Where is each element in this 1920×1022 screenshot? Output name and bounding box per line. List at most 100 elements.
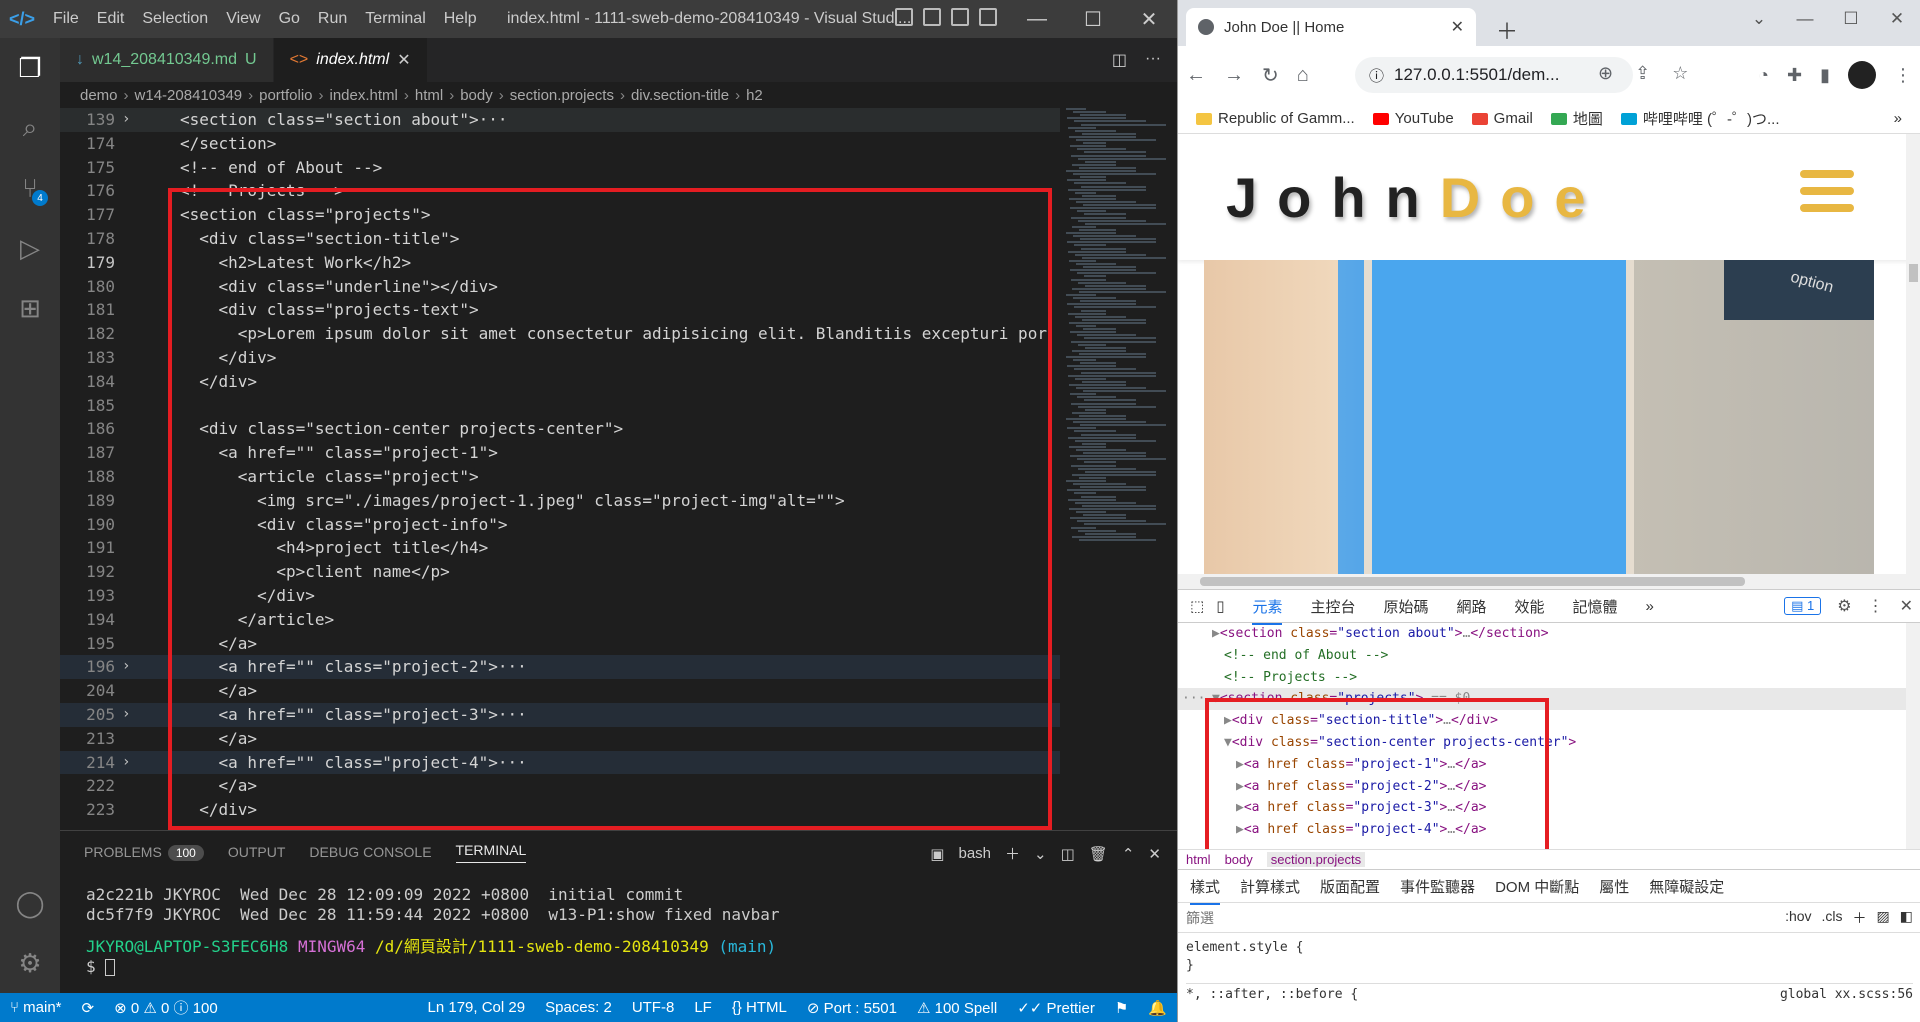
tab-computed[interactable]: 計算樣式 xyxy=(1240,876,1300,897)
encoding[interactable]: UTF-8 xyxy=(622,999,685,1016)
dom-crumb[interactable]: section.projects xyxy=(1266,852,1366,867)
code-line[interactable]: 188 <article class="project"> xyxy=(60,465,1060,489)
code-line[interactable]: 185 xyxy=(60,394,1060,418)
code-line[interactable]: 176 <!-- Projects --> xyxy=(60,179,1060,203)
tab-event-listeners[interactable]: 事件監聽器 xyxy=(1400,876,1475,897)
tab-memory[interactable]: 記憶體 xyxy=(1573,596,1618,617)
code-line[interactable]: 186 <div class="section-center projects-… xyxy=(60,417,1060,441)
live-server-port[interactable]: ⊘ Port : 5501 xyxy=(797,999,907,1017)
code-line[interactable]: 192 <p>client name</p> xyxy=(60,560,1060,584)
more-bookmarks-icon[interactable]: » xyxy=(1894,110,1902,127)
tab-index-html[interactable]: <> index.html ✕ xyxy=(273,38,428,82)
bookmark-item[interactable]: 地圖 xyxy=(1550,108,1603,129)
menu-view[interactable]: View xyxy=(217,10,269,28)
share-icon[interactable]: ⇪ xyxy=(1635,63,1650,84)
minimize-icon[interactable]: — xyxy=(1782,0,1828,38)
sync-icon[interactable]: ⟳ xyxy=(72,999,105,1017)
tab-layout[interactable]: 版面配置 xyxy=(1320,876,1380,897)
toggle-sidebar-icon[interactable]: ◧ xyxy=(1900,908,1913,928)
avatar[interactable] xyxy=(1848,61,1876,89)
code-line[interactable]: 191 <h4>project title</h4> xyxy=(60,536,1060,560)
dom-node[interactable]: ▶<a href class="project-2">…</a> xyxy=(1178,776,1920,798)
code-line[interactable]: 222 </a> xyxy=(60,774,1060,798)
maximize-panel-icon[interactable]: ⌃ xyxy=(1122,845,1135,863)
code-line[interactable]: 180 <div class="underline"></div> xyxy=(60,275,1060,299)
dom-node[interactable]: ▶<a href class="project-4">…</a> xyxy=(1178,819,1920,841)
styles-filter-input[interactable]: 篩選 xyxy=(1186,908,1785,928)
device-toolbar-icon[interactable]: ▯ xyxy=(1216,597,1224,615)
breadcrumb-item[interactable]: section.projects xyxy=(510,87,614,104)
extensions-icon[interactable]: ⊞ xyxy=(0,278,60,338)
dom-node-selected[interactable]: ··· ▼<section class="projects"> == $0 xyxy=(1178,688,1920,711)
dom-node[interactable]: ▶<a href class="project-3">…</a> xyxy=(1178,797,1920,819)
performance-icon[interactable]: ◔ xyxy=(1758,65,1769,86)
new-tab-icon[interactable]: ＋ xyxy=(1496,14,1518,46)
settings-gear-icon[interactable]: ⚙ xyxy=(0,933,60,993)
fold-chevron-icon[interactable]: › xyxy=(122,108,130,132)
tab-network[interactable]: 網路 xyxy=(1457,596,1487,617)
tab-performance[interactable]: 效能 xyxy=(1515,596,1545,617)
menu-edit[interactable]: Edit xyxy=(88,10,134,28)
browser-tab[interactable]: John Doe || Home ✕ xyxy=(1186,8,1476,46)
minimize-icon[interactable]: — xyxy=(1009,0,1065,38)
new-terminal-icon[interactable]: ＋ xyxy=(1005,843,1020,864)
dom-comment[interactable]: <!-- end of About --> xyxy=(1178,645,1920,667)
forward-icon[interactable]: → xyxy=(1224,64,1244,87)
code-line[interactable]: 194 </article> xyxy=(60,608,1060,632)
toggle-panel-icon[interactable] xyxy=(923,8,941,26)
dom-scrollbar[interactable] xyxy=(1906,623,1920,849)
tab-styles[interactable]: 樣式 xyxy=(1190,868,1221,905)
dom-comment[interactable]: <!-- Projects --> xyxy=(1178,667,1920,689)
address-bar[interactable]: ⓘ 127.0.0.1:5501/dem... xyxy=(1355,57,1633,93)
more-actions-icon[interactable]: ··· xyxy=(1145,50,1161,70)
code-line[interactable]: 205 › <a href="" class="project-3">··· xyxy=(60,702,1060,727)
minimap[interactable] xyxy=(1060,108,1170,830)
back-icon[interactable]: ← xyxy=(1186,64,1206,87)
chevron-down-icon[interactable]: ⌄ xyxy=(1034,845,1047,863)
end-of-line[interactable]: LF xyxy=(684,999,722,1016)
dom-tree[interactable]: ▶<section class="section about">…</secti… xyxy=(1178,623,1920,849)
code-line[interactable]: 223 </div> xyxy=(60,798,1060,822)
chrome-menu-icon[interactable]: ⋮ xyxy=(1894,65,1912,86)
code-line[interactable]: 181 <div class="projects-text"> xyxy=(60,298,1060,322)
code-line[interactable]: 193 </div> xyxy=(60,584,1060,608)
breadcrumb-item[interactable]: portfolio xyxy=(259,87,312,104)
code-line[interactable]: 214 › <a href="" class="project-4">··· xyxy=(60,750,1060,775)
close-devtools-icon[interactable]: ✕ xyxy=(1900,596,1913,616)
code-line[interactable]: 175 <!-- end of About --> xyxy=(60,156,1060,180)
home-icon[interactable]: ⌂ xyxy=(1297,64,1309,87)
bookmark-star-icon[interactable]: ☆ xyxy=(1672,63,1688,84)
code-line[interactable]: 213 </a> xyxy=(60,727,1060,751)
problems-status[interactable]: ⊗ 0 ⚠ 0 ⓘ 100 xyxy=(104,997,228,1018)
toggle-sidebar-icon[interactable] xyxy=(895,8,913,26)
tab-console[interactable]: 主控台 xyxy=(1310,596,1355,617)
devtools-menu-icon[interactable]: ⋮ xyxy=(1868,596,1884,616)
fold-chevron-icon[interactable]: › xyxy=(122,655,130,679)
tab-output[interactable]: OUTPUT xyxy=(228,844,286,860)
code-line[interactable]: 184 </div> xyxy=(60,370,1060,394)
tab-md-file[interactable]: ↓ w14_208410349.md U xyxy=(60,38,274,82)
bookmark-item[interactable]: Republic of Gamm... xyxy=(1196,110,1355,127)
tab-search-icon[interactable]: ⌄ xyxy=(1736,0,1782,38)
page-vertical-scrollbar[interactable] xyxy=(1906,134,1920,589)
feedback-icon[interactable]: ⚑ xyxy=(1105,999,1138,1017)
tab-properties[interactable]: 屬性 xyxy=(1599,876,1629,897)
more-tabs-icon[interactable]: » xyxy=(1646,598,1654,615)
maximize-icon[interactable]: ☐ xyxy=(1065,0,1121,38)
hover-state-toggle[interactable]: :hov xyxy=(1785,908,1811,928)
terminal-output[interactable]: a2c221b JKYROC Wed Dec 28 12:09:09 2022 … xyxy=(60,885,1177,977)
url-text[interactable]: 127.0.0.1:5501/dem... xyxy=(1394,65,1559,85)
tab-terminal[interactable]: TERMINAL xyxy=(455,842,527,863)
dom-node[interactable]: ▶<section class="section about">…</secti… xyxy=(1178,623,1920,645)
indentation[interactable]: Spaces: 2 xyxy=(535,999,622,1016)
fold-chevron-icon[interactable]: › xyxy=(122,703,130,727)
run-debug-icon[interactable]: ▷ xyxy=(0,218,60,278)
code-editor[interactable]: 139 › <section class="section about">··· 17… xyxy=(60,108,1060,830)
style-rules[interactable]: element.style { } *, ::after, ::before {… xyxy=(1178,933,1920,1010)
dom-node[interactable]: ▼<div class="section-center projects-cen… xyxy=(1178,732,1920,754)
page-horizontal-scrollbar[interactable] xyxy=(1178,574,1906,589)
tab-dom-breakpoints[interactable]: DOM 中斷點 xyxy=(1495,876,1579,897)
close-icon[interactable]: ✕ xyxy=(1874,0,1920,38)
notifications-icon[interactable]: 🔔 xyxy=(1138,999,1177,1017)
menu-file[interactable]: File xyxy=(44,10,88,28)
